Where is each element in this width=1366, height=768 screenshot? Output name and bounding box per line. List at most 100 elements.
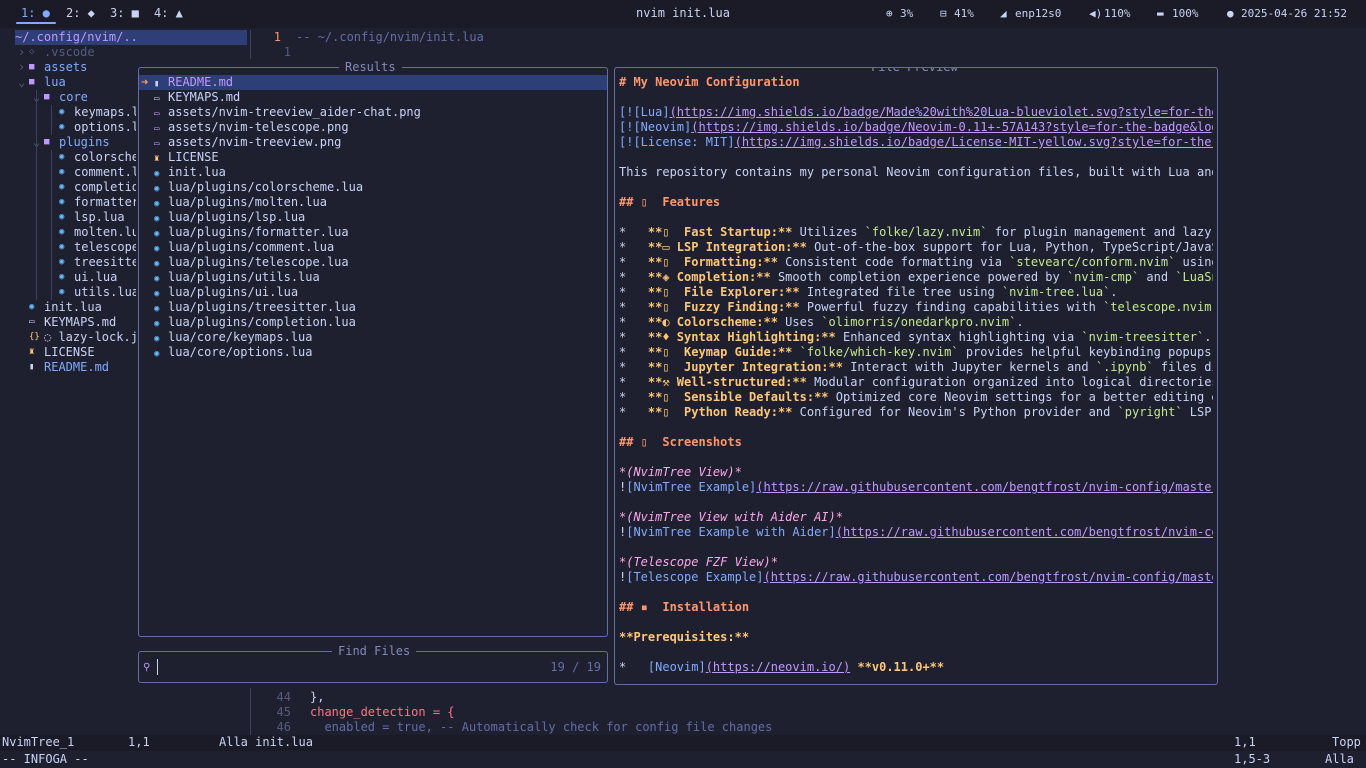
result-item-label: assets/nvim-treeview_aider-chat.png — [168, 105, 421, 119]
preview-text: **Prerequisites:** — [619, 630, 750, 644]
result-item-label: lua/core/keymaps.lua — [168, 330, 313, 344]
preview-text: *(NvimTree View)* — [619, 465, 742, 479]
preview-line — [619, 420, 1213, 435]
preview-text: (https://img.shields.io/badge/Neovim-0.1… — [691, 120, 1213, 134]
preview-text: Uses — [777, 315, 822, 329]
preview-text: **▯ Fuzzy Finding:** — [647, 300, 800, 314]
status-right-pos: 1,1 — [1234, 735, 1256, 749]
preview-line: **Prerequisites:** — [619, 630, 1213, 645]
preview-text: [NvimTree Example with Aider] — [626, 525, 836, 539]
code-line[interactable]: enabled = true, -- Automatically check f… — [310, 720, 772, 735]
tree-item[interactable]: › ◇ .vscode — [0, 45, 248, 60]
result-item[interactable]: ◉ lua/plugins/ui.lua — [154, 285, 298, 300]
chevron-right-icon[interactable]: › — [18, 60, 25, 75]
tree-indent-guide — [51, 150, 52, 300]
preview-text: (https://neovim.io/) — [705, 660, 851, 674]
preview-text: * — [619, 660, 648, 674]
preview-line — [619, 450, 1213, 465]
network-name: enp12s0 — [1015, 7, 1062, 20]
tree-item-label: core — [59, 90, 88, 104]
preview-line: ![NvimTree Example with Aider](https://r… — [619, 525, 1213, 540]
result-item[interactable]: ◉ lua/plugins/comment.lua — [154, 240, 334, 255]
result-item[interactable]: ▭ assets/nvim-treeview.png — [154, 135, 341, 150]
result-item[interactable]: ▭ assets/nvim-telescope.png — [154, 120, 349, 135]
file-icon: {} — [29, 332, 40, 342]
preview-text: (https://raw.githubusercontent.com/bengt… — [763, 570, 1213, 584]
volume-level[interactable]: 110% — [1104, 6, 1131, 21]
tree-item-label: colorsche — [74, 150, 140, 164]
chevron-down-icon[interactable]: ⌄ — [18, 75, 25, 90]
preview-text: Integrated file tree using — [799, 285, 1002, 299]
cmd-scroll: Alla — [1325, 752, 1354, 766]
preview-text: * — [619, 315, 648, 329]
network-icon: ◢ — [1000, 7, 1007, 20]
result-item-label: KEYMAPS.md — [168, 90, 241, 104]
preview-text: [![Neovim] — [619, 120, 692, 134]
preview-text: Configured for Neovim's Python provider … — [792, 405, 1118, 419]
preview-text: `folke/lazy.nvim` — [864, 225, 988, 239]
tree-item-label: KEYMAPS.md — [44, 315, 117, 329]
result-item-label: lua/plugins/completion.lua — [168, 315, 356, 329]
result-item[interactable]: ▮ README.md — [154, 75, 233, 90]
file-icon: ◉ — [59, 257, 65, 267]
preview-line: * **▯ Jupyter Integration:** Interact wi… — [619, 360, 1213, 375]
code-line[interactable]: change_detection = { — [310, 705, 455, 720]
preview-text: **▯ File Explorer:** — [647, 285, 800, 299]
preview-panel[interactable]: File Preview # My Neovim Configuration [!… — [614, 67, 1218, 685]
volume-icon: ◀) — [1089, 7, 1103, 20]
tree-item-label: plugins — [59, 135, 110, 149]
preview-text: **♦ Syntax Highlighting:** — [647, 330, 836, 344]
result-item[interactable]: ◉ lua/plugins/treesitter.lua — [154, 300, 356, 315]
result-item[interactable]: ◉ lua/plugins/lsp.lua — [154, 210, 305, 225]
result-item[interactable]: ◉ lua/plugins/utils.lua — [154, 270, 320, 285]
file-icon: ◉ — [59, 197, 65, 207]
tree-item-label: assets — [44, 60, 88, 74]
code-line[interactable]: }, — [310, 690, 324, 705]
preview-line: * **▯ Fast Startup:** Utilizes `folke/la… — [619, 225, 1213, 240]
result-item[interactable]: ◉ lua/core/keymaps.lua — [154, 330, 313, 345]
preview-line — [619, 210, 1213, 225]
tree-item-label: keymaps.l — [74, 105, 140, 119]
results-panel: Results ➜ ▮ README.md ▭ KEYMAPS.md ▭ assets/n… — [138, 60, 608, 637]
preview-text: # My Neovim Configuration — [619, 75, 800, 89]
result-item[interactable]: ▭ assets/nvim-treeview_aider-chat.png — [154, 105, 421, 120]
result-item-label: lua/plugins/treesitter.lua — [168, 300, 356, 314]
result-item[interactable]: ◉ lua/plugins/telescope.lua — [154, 255, 349, 270]
result-item-label: lua/plugins/colorscheme.lua — [168, 180, 364, 194]
result-item[interactable]: ◉ lua/core/options.lua — [154, 345, 313, 360]
result-item-label: lua/plugins/molten.lua — [168, 195, 327, 209]
result-item-label: README.md — [168, 75, 234, 89]
preview-text: `telescope.nvim` — [1103, 300, 1213, 314]
clock: 2025-04-26 21:52 — [1241, 7, 1347, 20]
result-item[interactable]: ◉ lua/plugins/colorscheme.lua — [154, 180, 363, 195]
result-item[interactable]: ◉ init.lua — [154, 165, 226, 180]
preview-text: [![License: MIT] — [619, 135, 735, 149]
result-item-label: lua/plugins/utils.lua — [168, 270, 320, 284]
preview-text: provides helpful keybinding popups. — [958, 345, 1213, 359]
preview-text: `folke/which-key.nvim` — [799, 345, 959, 359]
result-item[interactable]: ◉ lua/plugins/molten.lua — [154, 195, 327, 210]
code-line[interactable]: -- ~/.config/nvim/init.lua — [296, 30, 484, 45]
chevron-right-icon[interactable]: › — [18, 45, 25, 60]
preview-text: **▯ Sensible Defaults:** — [647, 390, 829, 404]
file-icon: ◉ — [59, 152, 65, 162]
preview-text: * — [619, 345, 648, 359]
search-input[interactable] — [157, 659, 542, 675]
preview-text: . — [1110, 285, 1118, 299]
preview-text: ## ▪ Installation — [619, 600, 750, 614]
result-item[interactable]: ▭ KEYMAPS.md — [154, 90, 240, 105]
preview-text: This repository contains my personal Neo… — [619, 165, 1213, 179]
clock-icon: ● — [1227, 7, 1234, 20]
result-item[interactable]: ◉ lua/plugins/formatter.lua — [154, 225, 349, 240]
preview-text: * — [619, 300, 648, 314]
line-number: 45 — [276, 705, 291, 719]
status-buffer-name: NvimTree_1 — [2, 735, 75, 749]
preview-line — [619, 540, 1213, 555]
preview-line — [619, 150, 1213, 165]
preview-line: * **▯ Sensible Defaults:** Optimized cor… — [619, 390, 1213, 405]
tree-root[interactable]: ~/.config/nvim/.. — [15, 30, 247, 45]
result-item[interactable]: ◉ lua/plugins/completion.lua — [154, 315, 356, 330]
cpu-usage: 3% — [900, 7, 914, 20]
preview-line: ## ▪ Installation — [619, 600, 1213, 615]
result-item[interactable]: ♜ LICENSE — [154, 150, 219, 165]
